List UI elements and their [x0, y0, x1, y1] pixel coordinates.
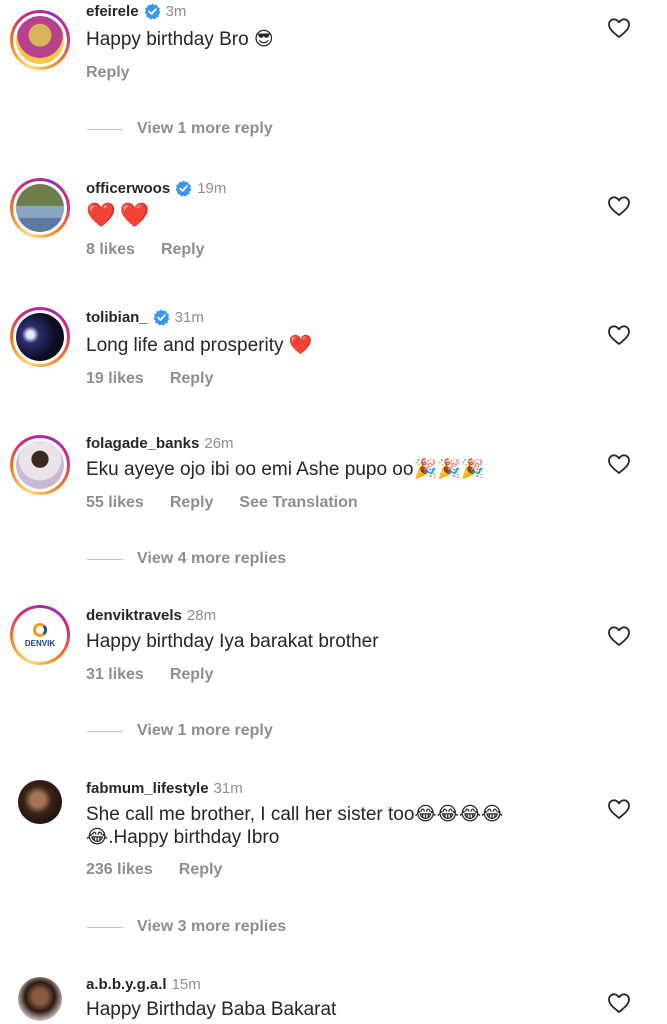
- reply-button[interactable]: Reply: [179, 861, 223, 879]
- verified-badge-icon: [152, 308, 170, 326]
- reply-button[interactable]: Reply: [170, 494, 214, 512]
- denvik-logo-text: DENVIK: [24, 638, 56, 648]
- avatar[interactable]: [10, 178, 70, 238]
- username[interactable]: a.b.b.y.g.a.l: [86, 976, 167, 993]
- username[interactable]: folagade_banks: [86, 435, 199, 452]
- heart-outline-icon[interactable]: [608, 626, 630, 646]
- likes-count[interactable]: 236 likes: [86, 861, 153, 879]
- comment-text: Happy birthday Bro 😎: [86, 29, 274, 50]
- see-translation-button[interactable]: See Translation: [239, 494, 357, 512]
- timestamp: 26m: [204, 434, 234, 452]
- reply-button[interactable]: Reply: [170, 370, 214, 388]
- username[interactable]: fabmum_lifestyle: [86, 780, 209, 797]
- heart-outline-icon[interactable]: [608, 18, 630, 38]
- heart-outline-icon[interactable]: [608, 454, 630, 474]
- divider: [87, 558, 123, 560]
- timestamp: 28m: [186, 606, 217, 624]
- avatar[interactable]: [10, 435, 70, 495]
- comment-text: Happy birthday Iya barakat brother: [86, 631, 379, 652]
- view-replies-label: View 3 more replies: [137, 918, 287, 935]
- likes-count[interactable]: 55 likes: [86, 494, 144, 512]
- likes-count[interactable]: 31 likes: [86, 666, 144, 684]
- denvik-logo-icon: [33, 622, 47, 637]
- view-replies-button[interactable]: View 3 more replies: [87, 916, 286, 938]
- divider: [87, 128, 123, 130]
- username[interactable]: tolibian_: [86, 309, 148, 326]
- verified-badge-icon: [175, 179, 193, 197]
- view-replies-label: View 1 more reply: [137, 120, 273, 137]
- avatar[interactable]: [10, 969, 70, 1024]
- heart-outline-icon[interactable]: [608, 196, 630, 216]
- divider: [87, 730, 123, 732]
- comment-text: Eku ayeye ojo ibi oo emi Ashe pupo oo🎉🎉🎉: [86, 459, 485, 480]
- timestamp: 31m: [213, 779, 243, 797]
- view-replies-label: View 1 more reply: [137, 722, 273, 739]
- divider: [87, 926, 123, 928]
- avatar[interactable]: DENVIK: [10, 605, 70, 665]
- heart-outline-icon[interactable]: [608, 325, 630, 345]
- username[interactable]: officerwoos: [86, 180, 170, 197]
- avatar[interactable]: [10, 10, 70, 70]
- comment-text: ❤️❤️: [86, 202, 154, 229]
- avatar[interactable]: [10, 307, 70, 367]
- timestamp: 31m: [174, 308, 204, 326]
- comment-text-line-1: She call me brother, I call her sister t…: [86, 804, 504, 825]
- timestamp: 15m: [171, 975, 201, 993]
- likes-count[interactable]: 8 likes: [86, 241, 135, 259]
- comment-text-line-2: 😂.Happy birthday Ibro: [86, 827, 280, 848]
- comment-text: Happy Birthday Baba Bakarat: [86, 999, 337, 1020]
- verified-badge-icon: [143, 2, 161, 20]
- heart-outline-icon[interactable]: [608, 799, 630, 819]
- heart-outline-icon[interactable]: [608, 993, 630, 1013]
- reply-button[interactable]: Reply: [161, 241, 205, 259]
- username[interactable]: efeirele: [86, 3, 139, 20]
- timestamp: 3m: [165, 2, 187, 20]
- view-replies-button[interactable]: View 1 more reply: [87, 118, 273, 140]
- username[interactable]: denviktravels: [86, 607, 182, 624]
- likes-count[interactable]: 19 likes: [86, 370, 144, 388]
- reply-button[interactable]: Reply: [170, 666, 214, 684]
- view-replies-button[interactable]: View 4 more replies: [87, 548, 286, 570]
- avatar[interactable]: [10, 772, 70, 832]
- timestamp: 19m: [197, 179, 227, 197]
- reply-button[interactable]: Reply: [86, 64, 130, 82]
- view-replies-label: View 4 more replies: [137, 550, 287, 567]
- view-replies-button[interactable]: View 1 more reply: [87, 720, 273, 742]
- comment-text: Long life and prosperity ❤️: [86, 335, 313, 356]
